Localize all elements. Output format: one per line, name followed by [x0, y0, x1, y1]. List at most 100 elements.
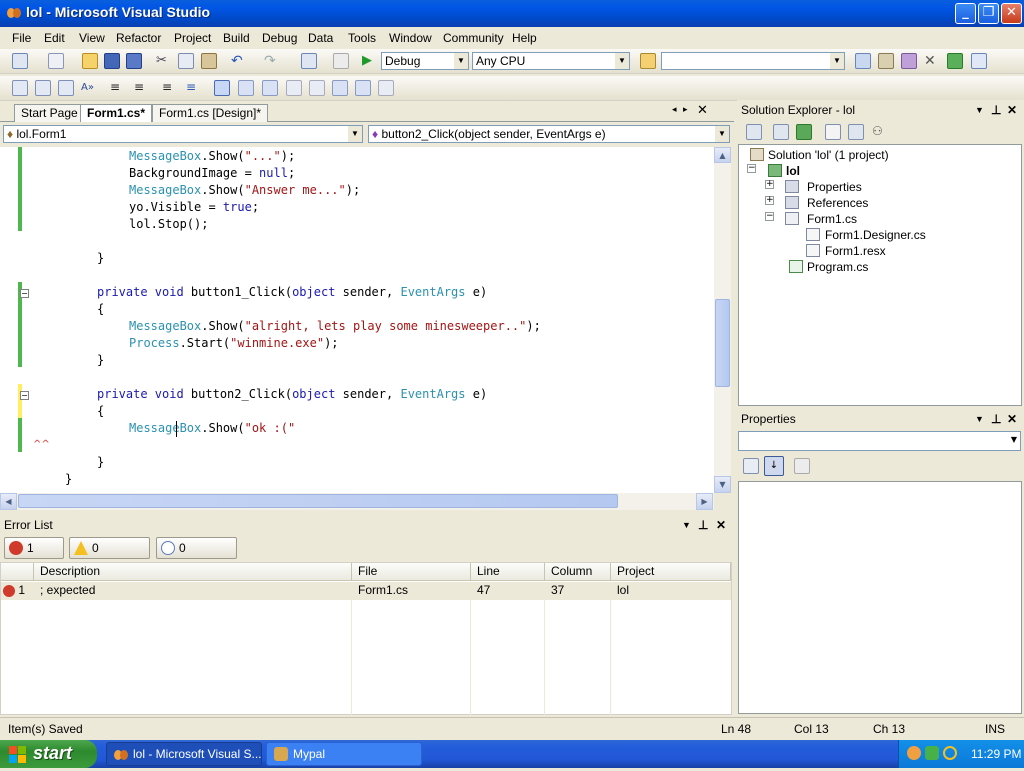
minimize-icon[interactable]: _ — [955, 3, 976, 24]
view-code-icon[interactable] — [825, 124, 841, 140]
scroll-up-icon[interactable]: ▲ — [714, 147, 731, 163]
uncomment-lines-icon[interactable]: ≡ — [186, 80, 202, 96]
taskbar-item-visual-studio[interactable]: lol - Microsoft Visual S... — [106, 742, 262, 766]
editor-horizontal-scrollbar[interactable]: ◀ ▶ — [0, 493, 714, 510]
add-item-icon[interactable] — [48, 53, 64, 69]
close-panel-icon[interactable]: ✕ — [716, 515, 726, 535]
network-icon[interactable] — [925, 746, 939, 760]
clear-bookmarks-icon[interactable] — [378, 80, 394, 96]
tab-form1-design[interactable]: Form1.cs [Design]* — [152, 104, 269, 122]
tree-item-properties[interactable]: Properties — [785, 179, 862, 195]
menu-help[interactable]: Help — [512, 31, 537, 45]
menu-file[interactable]: File — [12, 31, 31, 45]
next-bookmark-icon[interactable] — [262, 80, 278, 96]
column-header-line[interactable]: Line — [471, 563, 545, 581]
paste-icon[interactable] — [201, 53, 217, 69]
refresh-icon[interactable] — [796, 124, 812, 140]
error-file[interactable]: Form1.cs — [352, 582, 471, 600]
vs-tray-icon[interactable] — [907, 746, 921, 760]
scroll-down-icon[interactable]: ▼ — [714, 476, 731, 493]
menu-data[interactable]: Data — [308, 31, 333, 45]
open-file-icon[interactable] — [82, 53, 98, 69]
tree-item-form1-cs[interactable]: Form1.cs — [785, 211, 857, 227]
properties-window-icon[interactable] — [878, 53, 894, 69]
collapse-icon[interactable]: − — [747, 164, 756, 173]
tree-item-form1-resx[interactable]: Form1.resx — [806, 243, 886, 259]
error-line[interactable]: 47 — [471, 582, 545, 600]
error-column[interactable]: 37 — [545, 582, 611, 600]
auto-hide-pin-icon[interactable]: ⊥ — [698, 515, 708, 535]
solution-explorer-icon[interactable] — [855, 53, 871, 69]
toolbox-icon[interactable]: ✕ — [924, 53, 940, 69]
save-icon[interactable] — [104, 53, 120, 69]
save-all-icon[interactable] — [126, 53, 142, 69]
expand-icon[interactable]: + — [765, 180, 774, 189]
table-row[interactable]: 1 — [1, 582, 34, 600]
alphabetical-icon[interactable]: ↓ — [764, 456, 784, 476]
auto-hide-pin-icon[interactable]: ⊥ — [991, 100, 1001, 120]
window-position-icon[interactable]: ▼ — [975, 100, 984, 120]
errors-filter-button[interactable]: 1 Error — [4, 537, 64, 575]
copy-icon[interactable] — [178, 53, 194, 69]
error-project[interactable]: lol — [611, 582, 731, 600]
horizontal-scroll-thumb[interactable] — [18, 494, 618, 508]
editor-vertical-scrollbar[interactable]: ▲ ▼ — [714, 147, 731, 493]
solution-config-select[interactable]: Debug ▼ — [381, 52, 469, 70]
redo-icon[interactable]: ↷ — [264, 53, 280, 69]
collapse-button1-click-icon[interactable]: − — [20, 289, 29, 298]
messages-filter-button[interactable]: 0 Messages — [156, 537, 237, 575]
object-browser-icon[interactable] — [901, 53, 917, 69]
object-select[interactable]: ▼ — [738, 431, 1021, 451]
auto-hide-pin-icon[interactable]: ⊥ — [991, 409, 1001, 429]
project-node[interactable]: lol — [768, 163, 800, 179]
view-designer-icon[interactable] — [848, 124, 864, 140]
menu-edit[interactable]: Edit — [44, 31, 65, 45]
tree-item-program-cs[interactable]: Program.cs — [789, 259, 868, 275]
column-header-column[interactable]: Column — [545, 563, 611, 581]
start-debugging-icon[interactable]: ▶ — [362, 53, 378, 69]
previous-bookmark-document-icon[interactable] — [332, 80, 348, 96]
display-parameter-info-icon[interactable] — [35, 80, 51, 96]
collapse-button2-click-icon[interactable]: − — [20, 391, 29, 400]
new-project-icon[interactable] — [12, 53, 28, 69]
undo-icon[interactable]: ↶ — [231, 53, 247, 69]
complete-word-icon[interactable]: A» — [81, 80, 97, 96]
expand-icon[interactable]: + — [765, 196, 774, 205]
platform-select[interactable]: Any CPU ▼ — [472, 52, 630, 70]
column-header-icon[interactable] — [1, 563, 34, 581]
class-select[interactable]: ♦ lol.Form1 ▼ — [3, 125, 363, 143]
scroll-right-icon[interactable]: ▶ — [696, 493, 713, 510]
properties-icon[interactable] — [746, 124, 762, 140]
collapse-icon[interactable]: − — [765, 212, 774, 221]
navigate-forward-icon[interactable] — [333, 53, 349, 69]
navigate-back-icon[interactable] — [301, 53, 317, 69]
menu-refactor[interactable]: Refactor — [116, 31, 161, 45]
decrease-indent-icon[interactable]: ≡ — [110, 80, 126, 96]
column-header-project[interactable]: Project — [611, 563, 731, 581]
menu-view[interactable]: View — [79, 31, 105, 45]
menu-project[interactable]: Project — [174, 31, 211, 45]
categorized-icon[interactable] — [743, 458, 759, 474]
tab-start-page[interactable]: Start Page — [14, 104, 85, 122]
find-in-files-icon[interactable] — [640, 53, 656, 69]
scroll-tabs-right-icon[interactable]: ▸ — [683, 105, 688, 115]
display-object-list-icon[interactable] — [12, 80, 28, 96]
scroll-tabs-left-icon[interactable]: ◂ — [672, 105, 677, 115]
tab-form1-cs[interactable]: Form1.cs* — [80, 104, 153, 123]
taskbar-item-mypal[interactable]: Mypal — [266, 742, 422, 766]
start-page-icon[interactable] — [947, 53, 963, 69]
menu-window[interactable]: Window — [389, 31, 432, 45]
tree-item-form1-designer[interactable]: Form1.Designer.cs — [806, 227, 926, 243]
vertical-scroll-thumb[interactable] — [715, 299, 730, 387]
previous-bookmark-folder-icon[interactable] — [286, 80, 302, 96]
close-document-icon[interactable]: ✕ — [697, 103, 708, 118]
menu-build[interactable]: Build — [223, 31, 250, 45]
title-bar[interactable]: lol - Microsoft Visual Studio _ ❐ ✕ — [0, 0, 1024, 27]
warnings-filter-button[interactable]: 0 Warnings — [69, 537, 150, 575]
show-all-files-icon[interactable] — [773, 124, 789, 140]
scroll-left-icon[interactable]: ◀ — [0, 493, 17, 510]
error-description[interactable]: ; expected — [34, 582, 352, 600]
next-bookmark-document-icon[interactable] — [355, 80, 371, 96]
search-icon[interactable] — [943, 746, 957, 760]
menu-community[interactable]: Community — [443, 31, 504, 45]
